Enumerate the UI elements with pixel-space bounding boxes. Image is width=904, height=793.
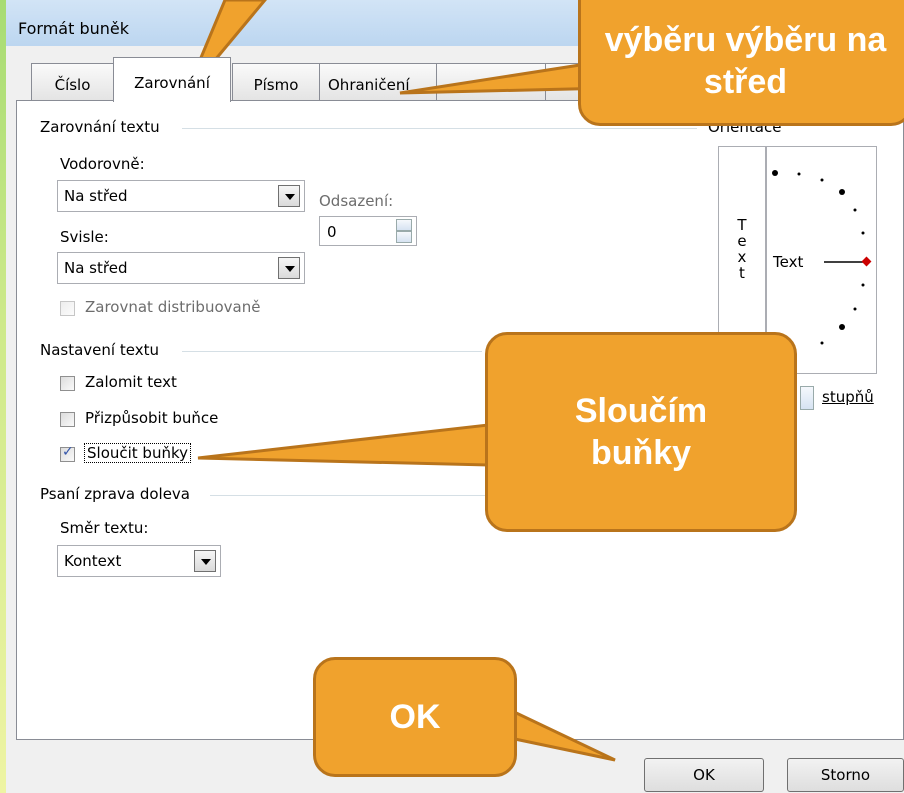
top-callout-text: výběru výběru na střed (604, 20, 887, 102)
ok-callout-text: OK (389, 697, 441, 736)
ok-callout: OK (313, 657, 517, 777)
merge-callout: Sloučím buňky (485, 332, 797, 532)
ok-callout-pointer (508, 707, 616, 762)
top-callout: výběru výběru na střed (578, 0, 904, 126)
merge-callout-pointer (197, 423, 490, 467)
merge-callout-text: Sloučím buňky (574, 391, 708, 473)
tab-alignment[interactable]: Zarovnání (113, 57, 231, 102)
